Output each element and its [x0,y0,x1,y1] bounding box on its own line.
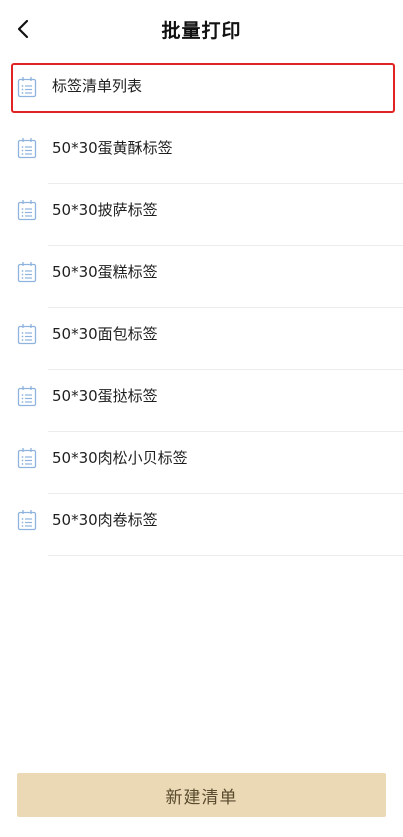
calendar-list-icon [17,324,37,345]
list-item-label: 50*30蛋挞标签 [52,387,158,405]
list-item[interactable]: 标签清单列表 [0,63,403,119]
calendar-list-icon [17,386,37,407]
list-item-label: 50*30肉卷标签 [52,511,158,529]
list-item-label: 50*30披萨标签 [52,201,158,219]
calendar-list-icon [17,448,37,469]
list-item[interactable]: 50*30蛋挞标签 [0,370,403,432]
calendar-list-icon [17,262,37,283]
divider [48,555,403,556]
top-bar: 批量打印 [0,0,403,58]
calendar-list-icon [17,200,37,221]
list-item[interactable]: 50*30蛋糕标签 [0,246,403,308]
calendar-list-icon [17,77,37,98]
list-item-label: 50*30蛋黄酥标签 [52,139,173,157]
list-item[interactable]: 50*30蛋黄酥标签 [0,122,403,184]
calendar-list-icon [17,138,37,159]
list-item-label: 50*30面包标签 [52,325,158,343]
list-item[interactable]: 50*30肉卷标签 [0,494,403,556]
list-item[interactable]: 50*30披萨标签 [0,184,403,246]
calendar-list-icon [17,510,37,531]
label-list: 标签清单列表 50*30蛋黄酥标签 50*30披萨标签 50*30蛋糕标签 50… [0,60,403,556]
list-item-label: 50*30蛋糕标签 [52,263,158,281]
new-list-button[interactable]: 新建清单 [17,773,386,817]
list-item[interactable]: 50*30肉松小贝标签 [0,432,403,494]
page-title: 批量打印 [161,20,242,42]
list-item-label: 50*30肉松小贝标签 [52,449,188,467]
list-item[interactable]: 50*30面包标签 [0,308,403,370]
list-item-label: 标签清单列表 [52,77,143,95]
